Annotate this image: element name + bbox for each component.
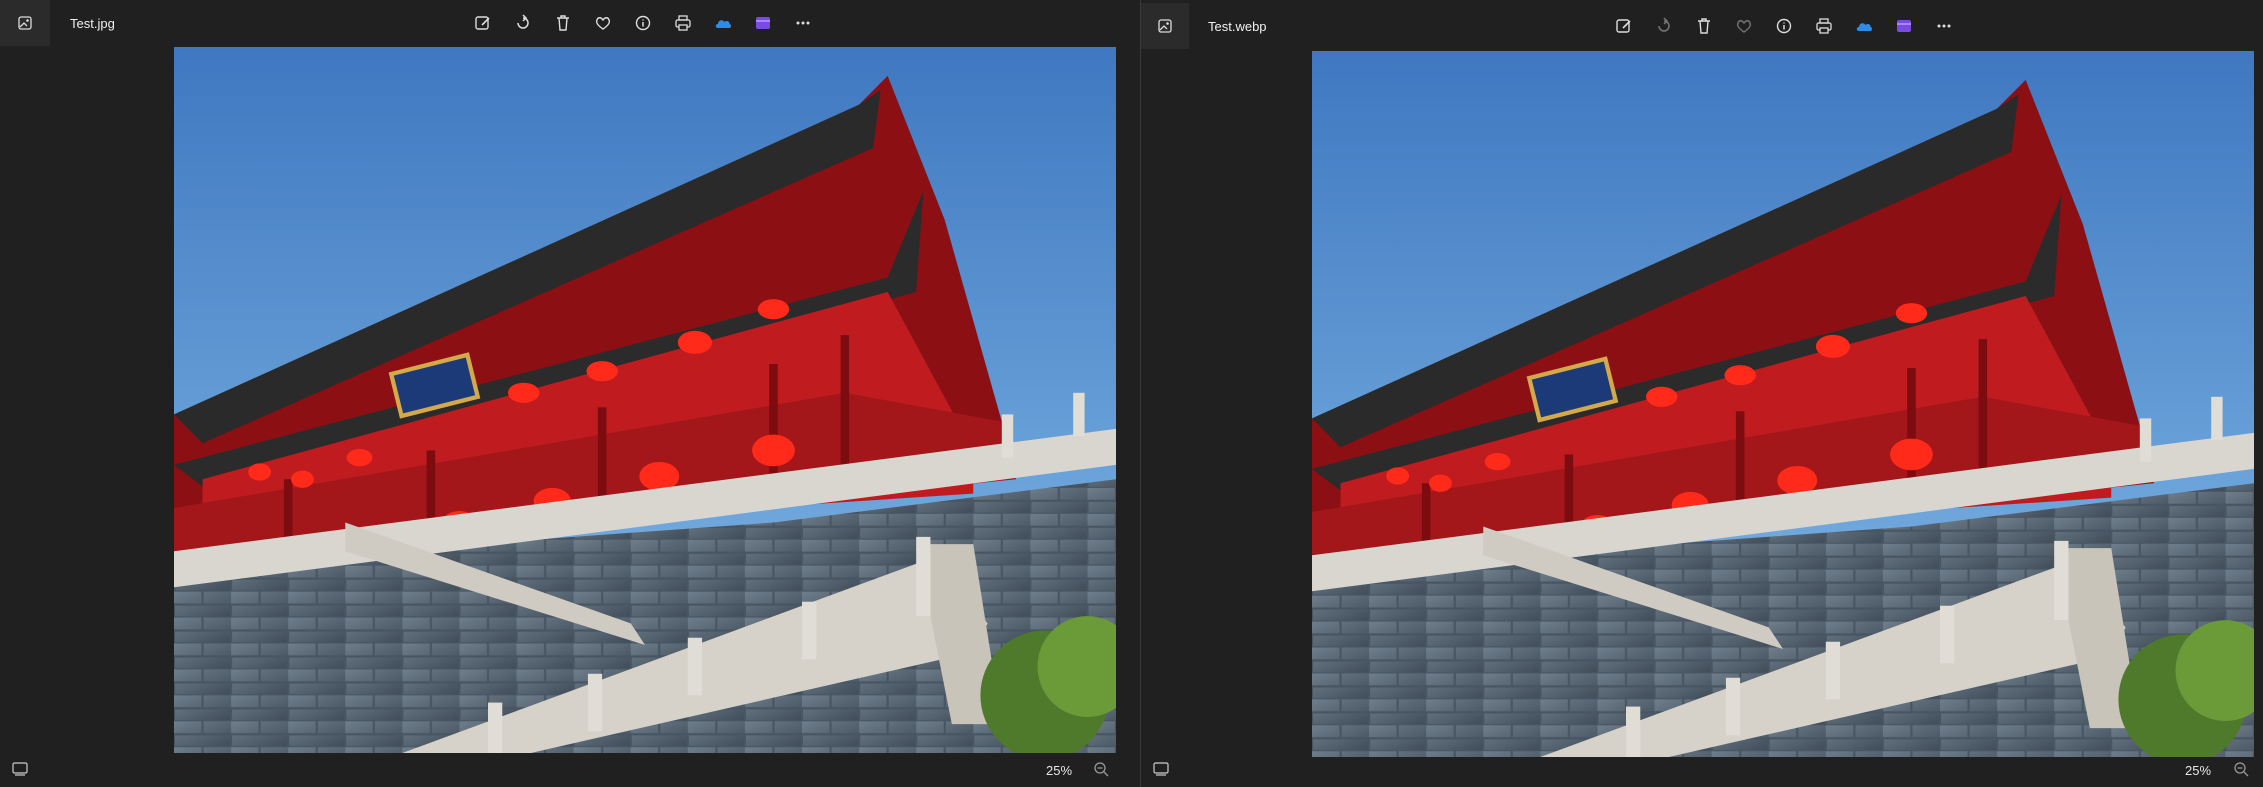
photo-canvas[interactable] bbox=[1312, 51, 2254, 757]
photos-app-icon[interactable] bbox=[1141, 3, 1189, 49]
info-icon[interactable] bbox=[1770, 12, 1798, 40]
onedrive-icon[interactable] bbox=[1850, 12, 1878, 40]
zoom-out-icon[interactable] bbox=[1093, 761, 1109, 782]
onedrive-icon[interactable] bbox=[709, 9, 737, 37]
rotate-icon[interactable] bbox=[1650, 12, 1678, 40]
delete-icon[interactable] bbox=[1690, 12, 1718, 40]
favorite-icon[interactable] bbox=[1730, 12, 1758, 40]
photos-app-icon[interactable] bbox=[0, 0, 50, 46]
more-icon[interactable] bbox=[789, 9, 817, 37]
edit-icon[interactable] bbox=[469, 9, 497, 37]
info-icon[interactable] bbox=[629, 9, 657, 37]
zoom-out-icon[interactable] bbox=[2233, 761, 2249, 782]
title-bar: Test.jpg bbox=[0, 0, 1136, 46]
delete-icon[interactable] bbox=[549, 9, 577, 37]
status-bar: 25% bbox=[0, 753, 1136, 787]
status-bar: 25% bbox=[1141, 753, 2263, 787]
toolbar bbox=[469, 9, 817, 37]
title-bar: Test.webp bbox=[1141, 3, 2263, 49]
zoom-level[interactable]: 25% bbox=[1046, 763, 1072, 778]
file-name: Test.jpg bbox=[70, 16, 115, 31]
viewer-window-right: Test.webp 25% bbox=[1140, 0, 2263, 787]
toolbar bbox=[1610, 12, 1958, 40]
filmstrip-icon[interactable] bbox=[1153, 762, 1169, 781]
clipchamp-icon[interactable] bbox=[749, 9, 777, 37]
filmstrip-icon[interactable] bbox=[12, 762, 28, 781]
zoom-level[interactable]: 25% bbox=[2185, 763, 2211, 778]
photo-canvas[interactable] bbox=[174, 47, 1116, 753]
print-icon[interactable] bbox=[1810, 12, 1838, 40]
rotate-icon[interactable] bbox=[509, 9, 537, 37]
favorite-icon[interactable] bbox=[589, 9, 617, 37]
viewer-window-left: Test.jpg 25% bbox=[0, 0, 1136, 787]
edit-icon[interactable] bbox=[1610, 12, 1638, 40]
clipchamp-icon[interactable] bbox=[1890, 12, 1918, 40]
print-icon[interactable] bbox=[669, 9, 697, 37]
more-icon[interactable] bbox=[1930, 12, 1958, 40]
file-name: Test.webp bbox=[1208, 19, 1267, 34]
